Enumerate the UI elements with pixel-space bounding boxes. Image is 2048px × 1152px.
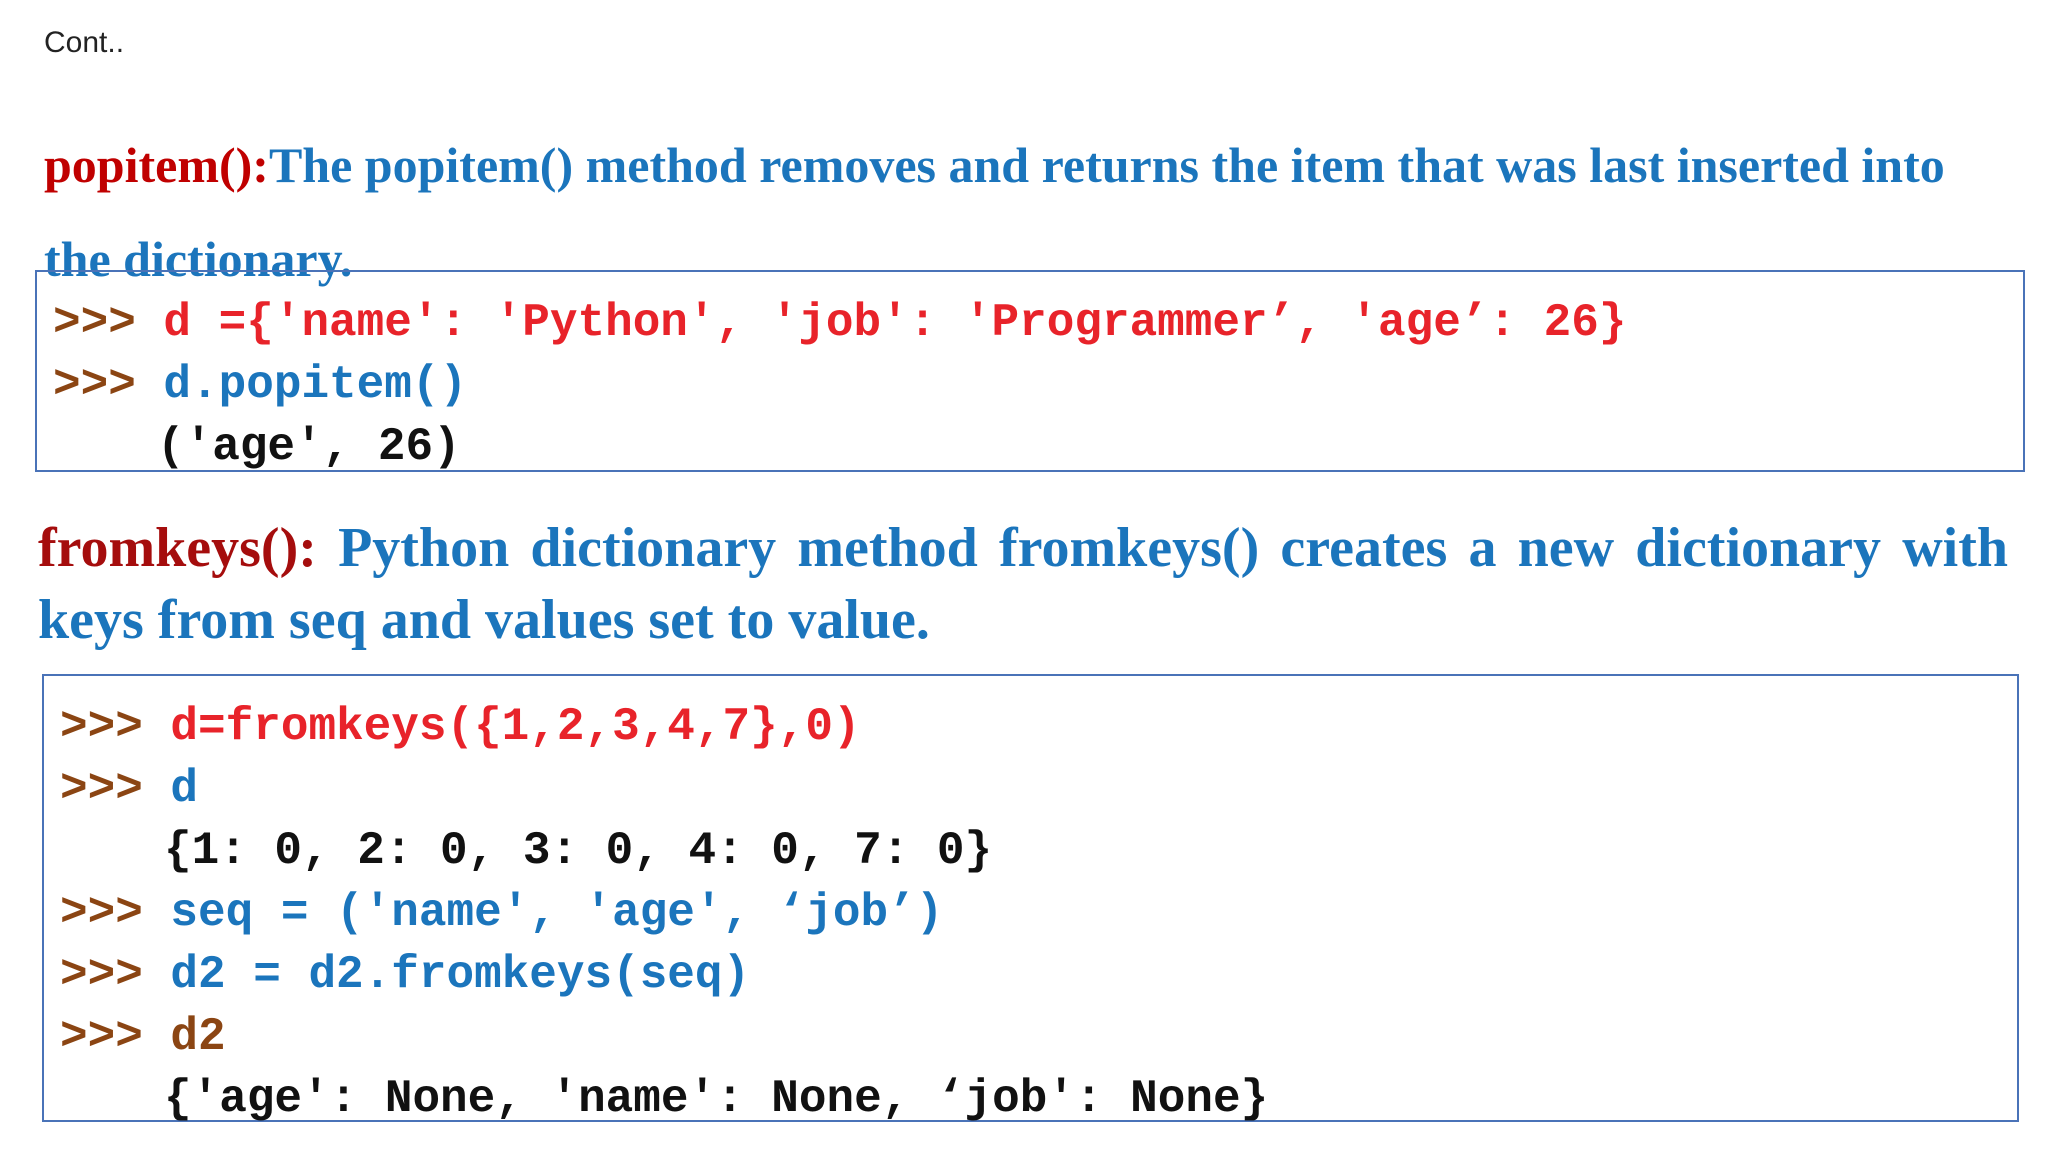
- code-text: seq = ('name', 'age', ‘job’): [170, 887, 944, 939]
- popitem-description-text: The popitem() method removes and returns…: [44, 137, 1945, 287]
- code-line: >>> d=fromkeys({1,2,3,4,7},0): [60, 696, 2017, 758]
- fromkeys-method-name: fromkeys():: [38, 517, 317, 579]
- code-text: d2: [170, 1011, 226, 1063]
- code-line: >>> d2 = d2.fromkeys(seq): [60, 944, 2017, 1006]
- code-line: >>> d: [60, 758, 2017, 820]
- code-prompt: >>>: [53, 359, 164, 411]
- code-line: >>> d.popitem(): [53, 354, 2023, 416]
- code-text: d=fromkeys({1,2,3,4,7},0): [170, 701, 861, 753]
- code-text: d2 = d2.fromkeys(seq): [170, 949, 751, 1001]
- fromkeys-code-box: >>> d=fromkeys({1,2,3,4,7},0) >>> d {1: …: [42, 674, 2019, 1125]
- code-prompt: >>>: [53, 297, 164, 349]
- code-prompt: >>>: [60, 701, 171, 753]
- popitem-method-name: popitem():: [44, 137, 269, 193]
- code-line: >>> seq = ('name', 'age', ‘job’): [60, 882, 2017, 944]
- popitem-code-box: >>> d ={'name': 'Python', 'job': 'Progra…: [35, 270, 2025, 473]
- code-output-line: {'age': None, 'name': None, ‘job': None}: [60, 1068, 2017, 1130]
- code-output: ('age', 26): [157, 421, 461, 473]
- code-output-line: ('age', 26): [53, 416, 2023, 478]
- fromkeys-description: fromkeys(): Python dictionary method fro…: [38, 512, 2008, 656]
- code-output-line: {1: 0, 2: 0, 3: 0, 4: 0, 7: 0}: [60, 820, 2017, 882]
- code-prompt: >>>: [60, 949, 171, 1001]
- code-text: d ={'name': 'Python', 'job': 'Programmer…: [163, 297, 1627, 349]
- code-prompt: >>>: [60, 1011, 171, 1063]
- slide-continuation-label: Cont..: [44, 26, 125, 59]
- code-text: d.popitem(): [163, 359, 468, 411]
- code-output: {'age': None, 'name': None, ‘job': None}: [164, 1073, 1269, 1125]
- code-output: {1: 0, 2: 0, 3: 0, 4: 0, 7: 0}: [164, 825, 993, 877]
- code-line: >>> d ={'name': 'Python', 'job': 'Progra…: [53, 292, 2023, 354]
- code-line: >>> d2: [60, 1006, 2017, 1068]
- code-prompt: >>>: [60, 887, 171, 939]
- code-text: d: [170, 763, 199, 815]
- fromkeys-description-text: Python dictionary method fromkeys() crea…: [38, 517, 2008, 651]
- code-prompt: >>>: [60, 763, 171, 815]
